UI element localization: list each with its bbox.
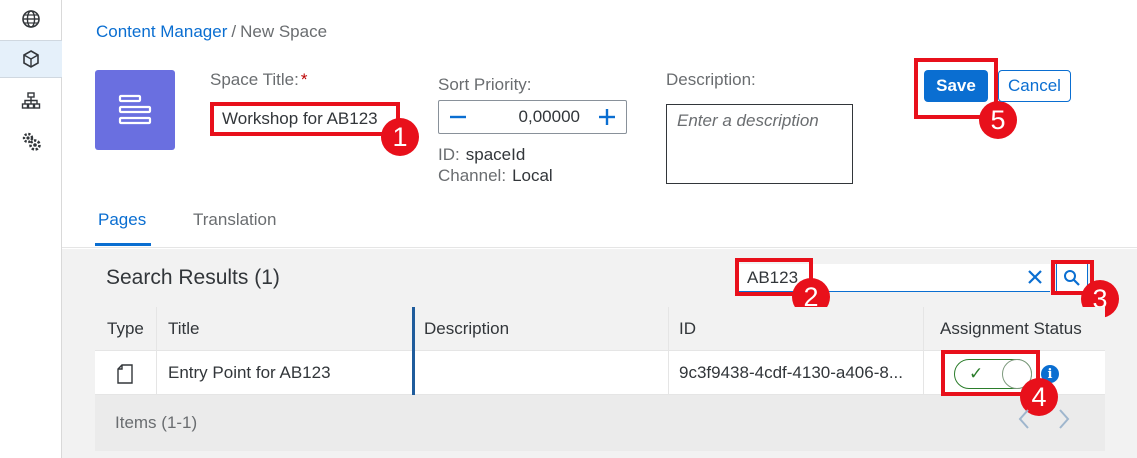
column-header-description[interactable]: Description bbox=[424, 319, 509, 339]
space-avatar bbox=[95, 70, 175, 150]
sidebar-item-hierarchy[interactable] bbox=[0, 82, 62, 120]
previous-page-button[interactable] bbox=[1017, 408, 1031, 437]
breadcrumb-separator: / bbox=[231, 22, 237, 41]
step-marker-5: 5 bbox=[979, 101, 1017, 139]
column-divider bbox=[668, 307, 669, 395]
settings-icon bbox=[22, 132, 41, 151]
clear-search-button[interactable] bbox=[1024, 265, 1046, 289]
increment-button[interactable] bbox=[596, 104, 618, 130]
main-content: Content Manager / New Space Space Title: * … bbox=[62, 0, 1137, 458]
channel-row: Channel: Local bbox=[438, 166, 553, 186]
search-icon bbox=[1064, 270, 1080, 286]
space-id-row: ID: spaceId bbox=[438, 145, 525, 165]
space-title-value: Workshop for AB123 bbox=[222, 109, 378, 128]
next-page-button[interactable] bbox=[1057, 408, 1071, 437]
hierarchy-icon bbox=[21, 92, 41, 109]
channel-label: Channel: bbox=[438, 166, 507, 185]
breadcrumb-link-content-manager[interactable]: Content Manager bbox=[96, 22, 227, 41]
sidebar-item-spaces[interactable] bbox=[0, 40, 62, 78]
tab-pages[interactable]: Pages bbox=[98, 210, 146, 230]
space-title-label: Space Title: * bbox=[210, 70, 307, 90]
page-icon bbox=[117, 364, 133, 389]
row-title: Entry Point for AB123 bbox=[168, 363, 331, 382]
sidebar-item-globe[interactable] bbox=[0, 0, 62, 38]
table-footer: Items (1-1) bbox=[95, 395, 1105, 451]
required-mark: * bbox=[300, 70, 308, 89]
tab-bar: Pages Translation bbox=[62, 196, 1137, 248]
column-header-assignment-status[interactable]: Assignment Status bbox=[940, 319, 1082, 339]
description-placeholder: Enter a description bbox=[677, 111, 819, 130]
row-id: 9c3f9438-4cdf-4130-a406-8... bbox=[679, 363, 903, 382]
table-header: Type Title Description ID Assignment Sta… bbox=[95, 307, 1105, 351]
cancel-button[interactable]: Cancel bbox=[998, 70, 1071, 102]
chevron-right-icon bbox=[1059, 409, 1070, 429]
channel-value: Local bbox=[512, 166, 553, 185]
sort-priority-label: Sort Priority: bbox=[438, 75, 532, 94]
chevron-left-icon bbox=[1018, 409, 1029, 429]
side-navigation bbox=[0, 0, 62, 458]
search-value: AB123 bbox=[747, 267, 799, 287]
search-results-title: Search Results (1) bbox=[106, 266, 280, 289]
column-header-id[interactable]: ID bbox=[679, 319, 696, 339]
space-title-input[interactable]: Workshop for AB123 bbox=[210, 102, 400, 136]
breadcrumb: Content Manager / New Space bbox=[96, 22, 327, 42]
description-textarea[interactable]: Enter a description bbox=[666, 104, 853, 184]
check-icon: ✓ bbox=[969, 364, 984, 383]
sidebar-item-settings[interactable] bbox=[0, 122, 62, 160]
step-marker-1: 1 bbox=[381, 118, 419, 156]
id-label: ID: bbox=[438, 145, 460, 164]
decrement-button[interactable] bbox=[447, 104, 469, 130]
fixed-column-divider bbox=[412, 307, 415, 395]
cube-icon bbox=[23, 50, 39, 68]
tab-translation[interactable]: Translation bbox=[193, 210, 276, 230]
column-header-title[interactable]: Title bbox=[168, 319, 200, 339]
assignment-status-switch[interactable]: ✓ bbox=[954, 359, 1032, 389]
space-title-label-text: Space Title: bbox=[210, 70, 299, 89]
items-count: Items (1-1) bbox=[115, 413, 198, 432]
save-button[interactable]: Save bbox=[924, 70, 988, 102]
column-header-type[interactable]: Type bbox=[107, 319, 144, 339]
minus-icon bbox=[450, 115, 466, 119]
active-tab-indicator bbox=[95, 243, 151, 246]
column-divider bbox=[156, 307, 157, 395]
close-icon bbox=[1028, 270, 1042, 284]
space-layout-icon bbox=[118, 94, 152, 125]
plus-icon bbox=[599, 109, 615, 125]
column-divider bbox=[923, 307, 924, 395]
sort-priority-value[interactable]: 0,00000 bbox=[469, 107, 596, 127]
sort-priority-stepper[interactable]: 0,00000 bbox=[438, 100, 627, 134]
id-value: spaceId bbox=[465, 145, 526, 164]
globe-icon bbox=[22, 10, 40, 28]
description-label: Description: bbox=[666, 70, 756, 89]
search-input[interactable]: AB123 bbox=[739, 264, 1050, 292]
breadcrumb-current: New Space bbox=[240, 22, 328, 41]
